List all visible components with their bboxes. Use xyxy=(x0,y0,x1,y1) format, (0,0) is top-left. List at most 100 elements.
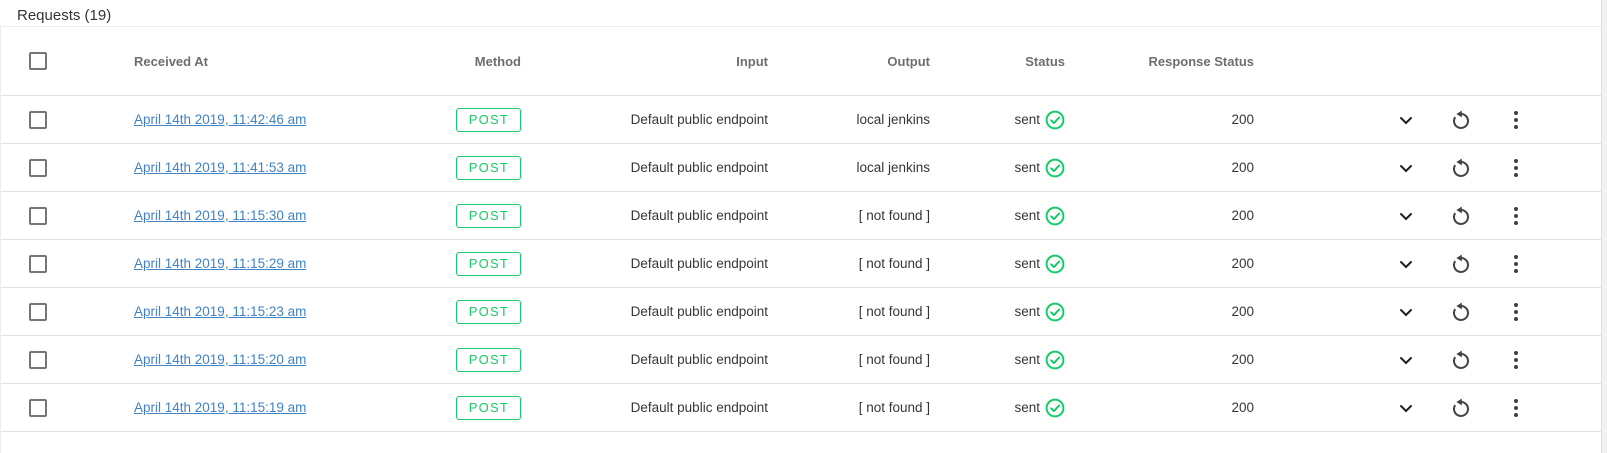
table-row: April 14th 2019, 11:15:20 am POST Defaul… xyxy=(1,336,1601,384)
expand-row-button[interactable] xyxy=(1394,300,1418,324)
row-menu-button[interactable] xyxy=(1504,252,1528,276)
check-circle-icon xyxy=(1045,350,1065,370)
table-row: April 14th 2019, 11:42:46 am POST Defaul… xyxy=(1,96,1601,144)
retry-request-button[interactable] xyxy=(1449,396,1473,420)
request-timestamp-link[interactable]: April 14th 2019, 11:41:53 am xyxy=(134,160,306,175)
check-circle-icon xyxy=(1045,206,1065,226)
retry-request-button[interactable] xyxy=(1449,300,1473,324)
row-checkbox[interactable] xyxy=(29,302,47,321)
row-checkbox[interactable] xyxy=(29,254,47,273)
response-status-code: 200 xyxy=(1231,112,1254,127)
status-text: sent xyxy=(1014,208,1040,223)
check-circle-icon xyxy=(1045,254,1065,274)
request-timestamp-link[interactable]: April 14th 2019, 11:15:20 am xyxy=(134,352,306,367)
method-badge: POST xyxy=(455,107,521,132)
chevron-down-icon xyxy=(1394,156,1418,180)
chevron-down-icon xyxy=(1394,396,1418,420)
input-endpoint: Default public endpoint xyxy=(630,208,768,223)
retry-request-button[interactable] xyxy=(1449,252,1473,276)
kebab-menu-icon xyxy=(1514,158,1518,177)
table-header: Received At Method Input Output Status R… xyxy=(1,27,1601,96)
select-all-checkbox[interactable] xyxy=(29,52,47,70)
refresh-icon xyxy=(1449,252,1473,276)
column-header-received-at: Received At xyxy=(134,53,208,69)
row-menu-button[interactable] xyxy=(1504,204,1528,228)
input-endpoint: Default public endpoint xyxy=(630,160,768,175)
request-timestamp-link[interactable]: April 14th 2019, 11:15:30 am xyxy=(134,208,306,223)
page-gutter xyxy=(1601,0,1607,453)
refresh-icon xyxy=(1449,156,1473,180)
output-destination: [ not found ] xyxy=(858,352,930,367)
request-timestamp-link[interactable]: April 14th 2019, 11:15:29 am xyxy=(134,256,306,271)
row-checkbox[interactable] xyxy=(29,206,47,225)
response-status-code: 200 xyxy=(1231,304,1254,319)
response-status-code: 200 xyxy=(1231,352,1254,367)
input-endpoint: Default public endpoint xyxy=(630,400,768,415)
status-cell: sent xyxy=(930,350,1065,370)
response-status-code: 200 xyxy=(1231,160,1254,175)
refresh-icon xyxy=(1449,204,1473,228)
input-endpoint: Default public endpoint xyxy=(630,352,768,367)
request-timestamp-link[interactable]: April 14th 2019, 11:15:19 am xyxy=(134,400,306,415)
column-header-method: Method xyxy=(474,53,521,69)
refresh-icon xyxy=(1449,348,1473,372)
row-checkbox[interactable] xyxy=(29,110,47,129)
response-status-code: 200 xyxy=(1231,256,1254,271)
row-checkbox[interactable] xyxy=(29,158,47,177)
kebab-menu-icon xyxy=(1514,398,1518,417)
output-destination: [ not found ] xyxy=(858,256,930,271)
row-menu-button[interactable] xyxy=(1504,348,1528,372)
method-badge: POST xyxy=(455,395,521,420)
method-badge: POST xyxy=(455,299,521,324)
output-destination: local jenkins xyxy=(856,112,930,127)
chevron-down-icon xyxy=(1394,204,1418,228)
row-menu-button[interactable] xyxy=(1504,156,1528,180)
method-badge: POST xyxy=(455,155,521,180)
row-checkbox[interactable] xyxy=(29,350,47,369)
status-text: sent xyxy=(1014,112,1040,127)
method-badge: POST xyxy=(455,251,521,276)
status-text: sent xyxy=(1014,256,1040,271)
row-menu-button[interactable] xyxy=(1504,108,1528,132)
response-status-code: 200 xyxy=(1231,400,1254,415)
requests-panel: Received At Method Input Output Status R… xyxy=(0,26,1601,453)
request-timestamp-link[interactable]: April 14th 2019, 11:42:46 am xyxy=(134,112,306,127)
status-cell: sent xyxy=(930,110,1065,130)
chevron-down-icon xyxy=(1394,348,1418,372)
expand-row-button[interactable] xyxy=(1394,156,1418,180)
output-destination: [ not found ] xyxy=(858,400,930,415)
row-checkbox[interactable] xyxy=(29,398,47,417)
table-row: April 14th 2019, 11:15:19 am POST Defaul… xyxy=(1,384,1601,432)
column-header-input: Input xyxy=(736,53,768,69)
expand-row-button[interactable] xyxy=(1394,204,1418,228)
status-text: sent xyxy=(1014,304,1040,319)
retry-request-button[interactable] xyxy=(1449,348,1473,372)
retry-request-button[interactable] xyxy=(1449,108,1473,132)
table-row: April 14th 2019, 11:15:29 am POST Defaul… xyxy=(1,240,1601,288)
output-destination: [ not found ] xyxy=(858,304,930,319)
output-destination: local jenkins xyxy=(856,160,930,175)
retry-request-button[interactable] xyxy=(1449,156,1473,180)
status-text: sent xyxy=(1014,400,1040,415)
retry-request-button[interactable] xyxy=(1449,204,1473,228)
expand-row-button[interactable] xyxy=(1394,108,1418,132)
row-menu-button[interactable] xyxy=(1504,396,1528,420)
kebab-menu-icon xyxy=(1514,254,1518,273)
input-endpoint: Default public endpoint xyxy=(630,304,768,319)
request-timestamp-link[interactable]: April 14th 2019, 11:15:23 am xyxy=(134,304,306,319)
kebab-menu-icon xyxy=(1514,206,1518,225)
expand-row-button[interactable] xyxy=(1394,252,1418,276)
chevron-down-icon xyxy=(1394,300,1418,324)
kebab-menu-icon xyxy=(1514,110,1518,129)
status-cell: sent xyxy=(930,158,1065,178)
table-row: April 14th 2019, 11:41:53 am POST Defaul… xyxy=(1,144,1601,192)
row-menu-button[interactable] xyxy=(1504,300,1528,324)
page-title: Requests (19) xyxy=(17,7,112,24)
column-header-response-status: Response Status xyxy=(1148,53,1254,69)
expand-row-button[interactable] xyxy=(1394,348,1418,372)
input-endpoint: Default public endpoint xyxy=(630,112,768,127)
table-row: April 14th 2019, 11:15:23 am POST Defaul… xyxy=(1,288,1601,336)
response-status-code: 200 xyxy=(1231,208,1254,223)
chevron-down-icon xyxy=(1394,108,1418,132)
expand-row-button[interactable] xyxy=(1394,396,1418,420)
